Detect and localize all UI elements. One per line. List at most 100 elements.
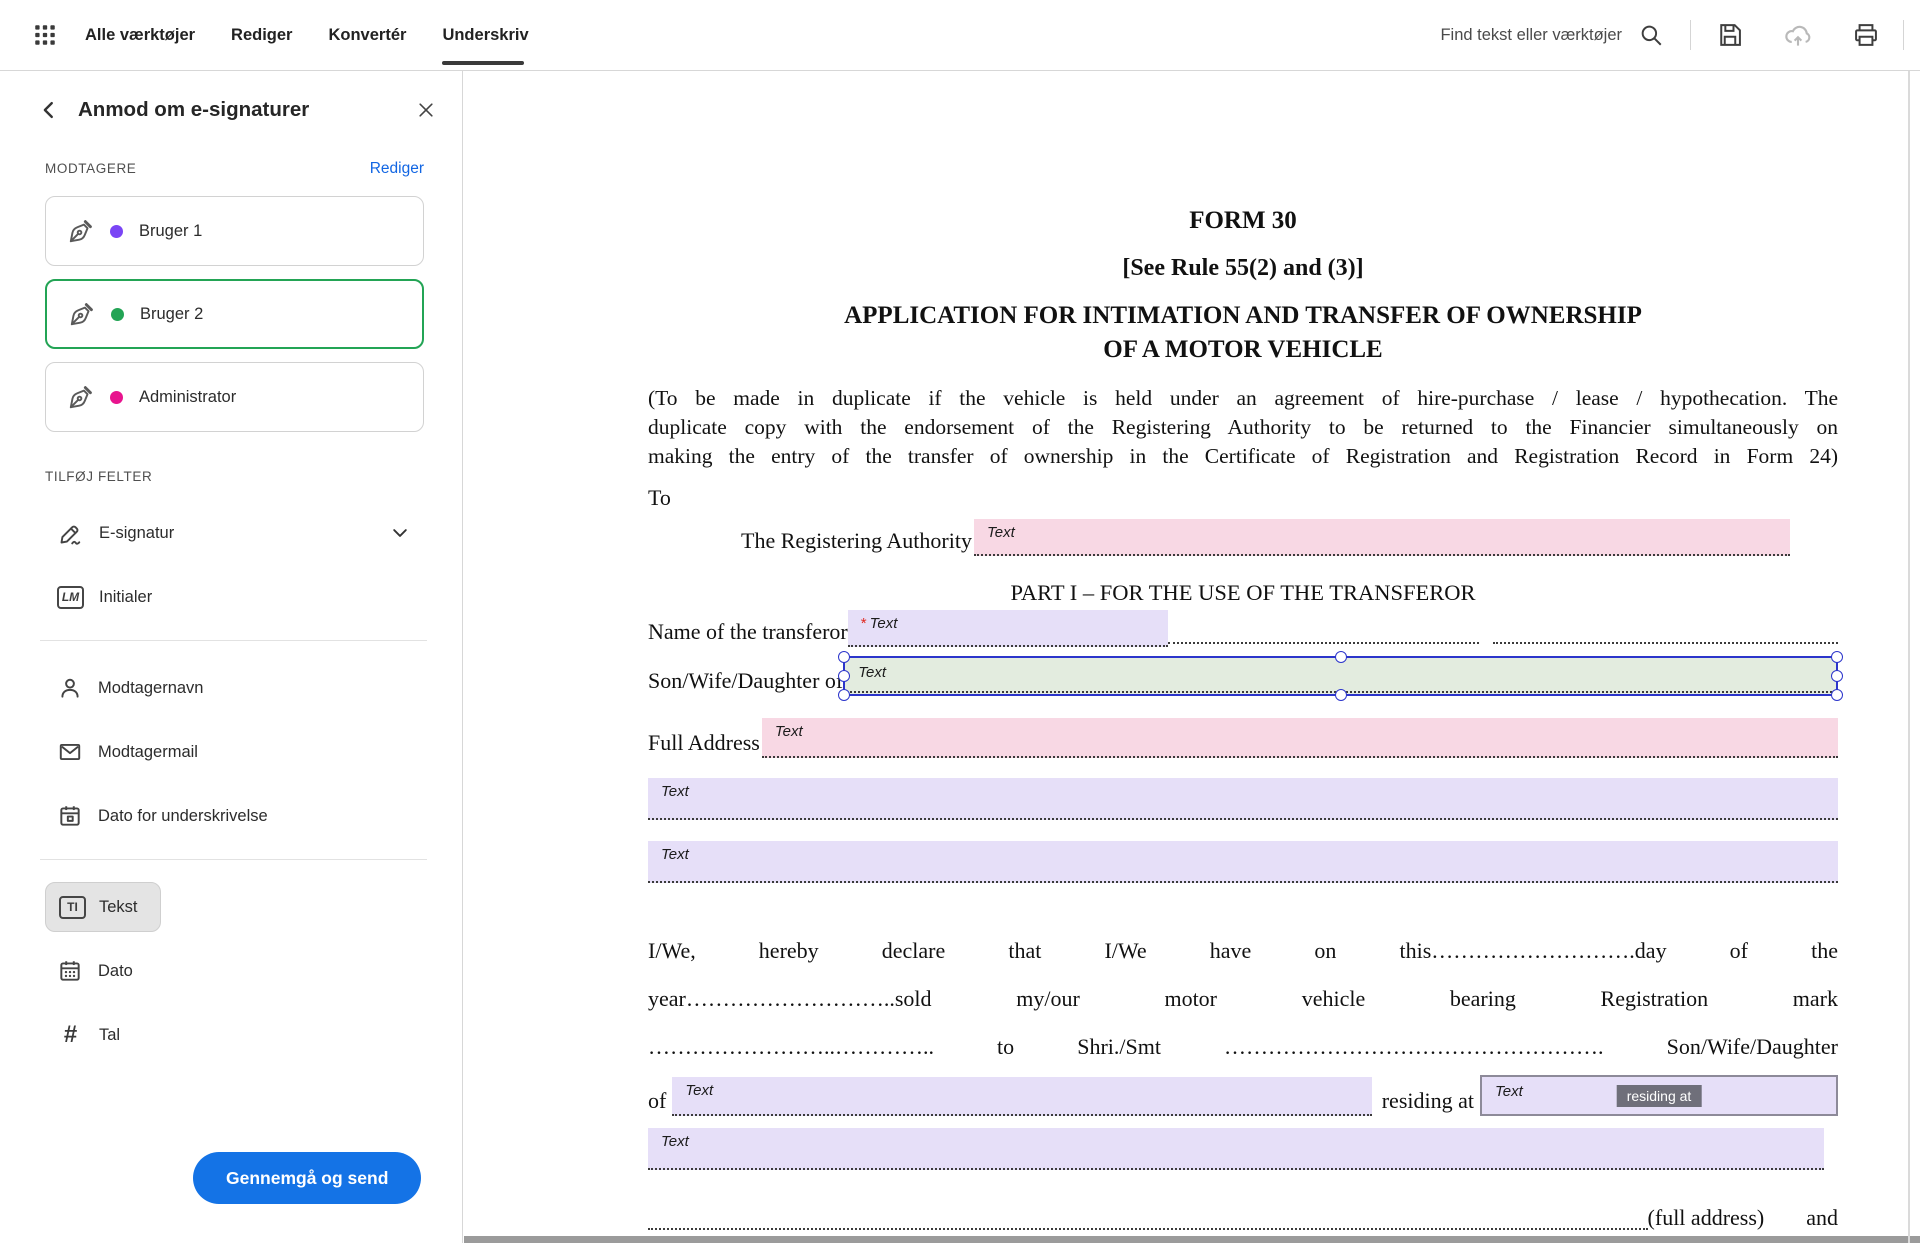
field-tool-label: Modtagernavn xyxy=(98,679,204,698)
field-tool-initials[interactable]: LM Initialer xyxy=(57,580,410,614)
person-icon xyxy=(57,675,83,701)
of-label: of xyxy=(648,1088,666,1116)
resize-handle[interactable] xyxy=(1335,689,1347,701)
full-address-suffix-row: (full address) and xyxy=(648,1202,1838,1233)
field-tool-label: E-signatur xyxy=(99,524,174,543)
all-tools-grid-icon[interactable] xyxy=(28,18,62,52)
resize-handle[interactable] xyxy=(838,689,850,701)
panel-header: Anmod om e-signaturer xyxy=(0,71,462,122)
resize-handle[interactable] xyxy=(838,670,850,682)
menu-edit[interactable]: Rediger xyxy=(218,0,305,70)
print-icon[interactable] xyxy=(1849,18,1883,52)
field-label: Text xyxy=(661,846,689,863)
declaration-line: I/We, hereby declare that I/We have on t… xyxy=(648,927,1838,975)
text-field-residing-at[interactable]: Text residing at xyxy=(1480,1075,1838,1116)
field-tool-label: Dato for underskrivelse xyxy=(98,807,268,826)
dotted-leader xyxy=(1168,616,1479,644)
resize-handle[interactable] xyxy=(1831,689,1843,701)
pdf-page: FORM 30 [See Rule 55(2) and (3)] APPLICA… xyxy=(648,71,1838,1243)
field-tool-esignature[interactable]: E-signatur xyxy=(57,516,410,550)
text-field-address-line2[interactable]: Text xyxy=(648,841,1838,883)
pen-nib-icon xyxy=(67,300,96,329)
field-label: Text xyxy=(775,723,803,740)
full-address-suffix: (full address) xyxy=(1648,1205,1765,1233)
resize-handle[interactable] xyxy=(1335,651,1347,663)
registering-authority-row: The Registering Authority Text xyxy=(648,519,1790,556)
resize-handle[interactable] xyxy=(1831,651,1843,663)
close-icon[interactable] xyxy=(416,100,436,120)
page-bottom-edge xyxy=(464,1236,1920,1243)
resize-handle[interactable] xyxy=(1831,670,1843,682)
text-field-address-line1[interactable]: Text xyxy=(648,778,1838,820)
find-tools-search[interactable]: Find tekst eller værktøjer xyxy=(1440,22,1664,48)
part1-heading: PART I – FOR THE USE OF THE TRANSFEROR xyxy=(648,580,1838,606)
registering-authority-label: The Registering Authority xyxy=(741,528,972,556)
toolbar-divider xyxy=(1690,20,1691,50)
of-residing-row: of Text residing at Text residing at xyxy=(648,1075,1838,1116)
text-field-of[interactable]: Text xyxy=(672,1077,1371,1116)
name-of-transferor-label: Name of the transferor xyxy=(648,619,848,647)
save-icon[interactable] xyxy=(1713,18,1747,52)
field-label: Text xyxy=(685,1082,713,1099)
field-label: Text xyxy=(1495,1083,1523,1100)
menu-sign-active-tab[interactable]: Underskriv xyxy=(429,0,541,70)
field-tool-number[interactable]: # Tal xyxy=(57,1018,410,1052)
full-address-label: Full Address xyxy=(648,730,760,758)
doc-heading-line2: OF A MOTOR VEHICLE xyxy=(648,336,1838,364)
app-window: Alle værktøjer Rediger Konvertér Undersk… xyxy=(0,0,1920,1243)
envelope-icon xyxy=(57,739,83,765)
text-field-registering-authority[interactable]: Text xyxy=(974,519,1790,556)
doc-title: FORM 30 xyxy=(648,207,1838,235)
text-field-selected[interactable]: Text xyxy=(843,656,1838,696)
menu-convert[interactable]: Konvertér xyxy=(315,0,419,70)
field-tool-recipient-name[interactable]: Modtagernavn xyxy=(57,671,410,705)
text-field-address-line3[interactable]: Text xyxy=(648,1128,1824,1170)
back-chevron-icon[interactable] xyxy=(38,99,60,121)
recipient-color-dot xyxy=(110,391,123,404)
doc-intro-line: (To be made in duplicate if the vehicle … xyxy=(648,384,1838,413)
recipient-card-bruger1[interactable]: Bruger 1 xyxy=(45,196,424,266)
son-wife-daughter-row: Son/Wife/Daughter of Text xyxy=(648,656,1838,696)
recipient-list: Bruger 1 Bruger 2 xyxy=(0,178,462,432)
field-tool-date[interactable]: Dato xyxy=(57,954,410,988)
field-label: Text xyxy=(661,1133,689,1150)
menu-all-tools[interactable]: Alle værktøjer xyxy=(72,0,208,70)
text-field-name-required[interactable]: *Text xyxy=(848,610,1168,647)
calendar-icon xyxy=(57,803,83,829)
cloud-upload-icon[interactable] xyxy=(1781,18,1815,52)
initials-icon: LM xyxy=(57,586,84,609)
recipient-name: Bruger 1 xyxy=(139,222,202,241)
recipient-color-dot xyxy=(110,225,123,238)
dotted-leader xyxy=(1493,616,1838,644)
divider xyxy=(40,640,427,641)
field-tool-recipient-email[interactable]: Modtagermail xyxy=(57,735,410,769)
add-fields-header: TILFØJ FELTER xyxy=(45,469,152,484)
field-label: Text xyxy=(870,615,898,632)
review-and-send-button[interactable]: Gennemgå og send xyxy=(193,1152,421,1204)
field-tool-label: Dato xyxy=(98,962,133,981)
edit-recipients-link[interactable]: Rediger xyxy=(370,160,424,178)
field-tool-text-selected[interactable]: TI Tekst xyxy=(45,882,161,932)
recipient-card-administrator[interactable]: Administrator xyxy=(45,362,424,432)
text-field-full-address[interactable]: Text xyxy=(762,718,1838,758)
field-tool-label: Initialer xyxy=(99,588,152,607)
pen-nib-icon xyxy=(66,217,95,246)
recipient-card-bruger2-selected[interactable]: Bruger 2 xyxy=(45,279,424,349)
esign-panel: Anmod om e-signaturer MODTAGERE Rediger xyxy=(0,71,463,1243)
search-icon xyxy=(1638,22,1664,48)
field-name-chip: residing at xyxy=(1617,1085,1702,1107)
document-viewport: FORM 30 [See Rule 55(2) and (3)] APPLICA… xyxy=(464,71,1920,1243)
text-field-icon: TI xyxy=(59,896,86,919)
pen-nib-icon xyxy=(66,383,95,412)
resize-handle[interactable] xyxy=(838,651,850,663)
declaration-line: year………………………..sold my/our motor vehicle… xyxy=(648,975,1838,1023)
doc-heading-line1: APPLICATION FOR INTIMATION AND TRANSFER … xyxy=(648,302,1838,330)
required-marker: * xyxy=(861,615,867,632)
doc-intro-line: making the entry of the transfer of owne… xyxy=(648,442,1838,471)
recipient-name: Administrator xyxy=(139,388,236,407)
hash-icon: # xyxy=(57,1021,84,1049)
field-tool-label: Tal xyxy=(99,1026,120,1045)
chevron-down-icon[interactable] xyxy=(390,523,410,543)
son-wife-daughter-label: Son/Wife/Daughter of xyxy=(648,668,843,696)
field-tool-date-signed[interactable]: Dato for underskrivelse xyxy=(57,799,410,833)
